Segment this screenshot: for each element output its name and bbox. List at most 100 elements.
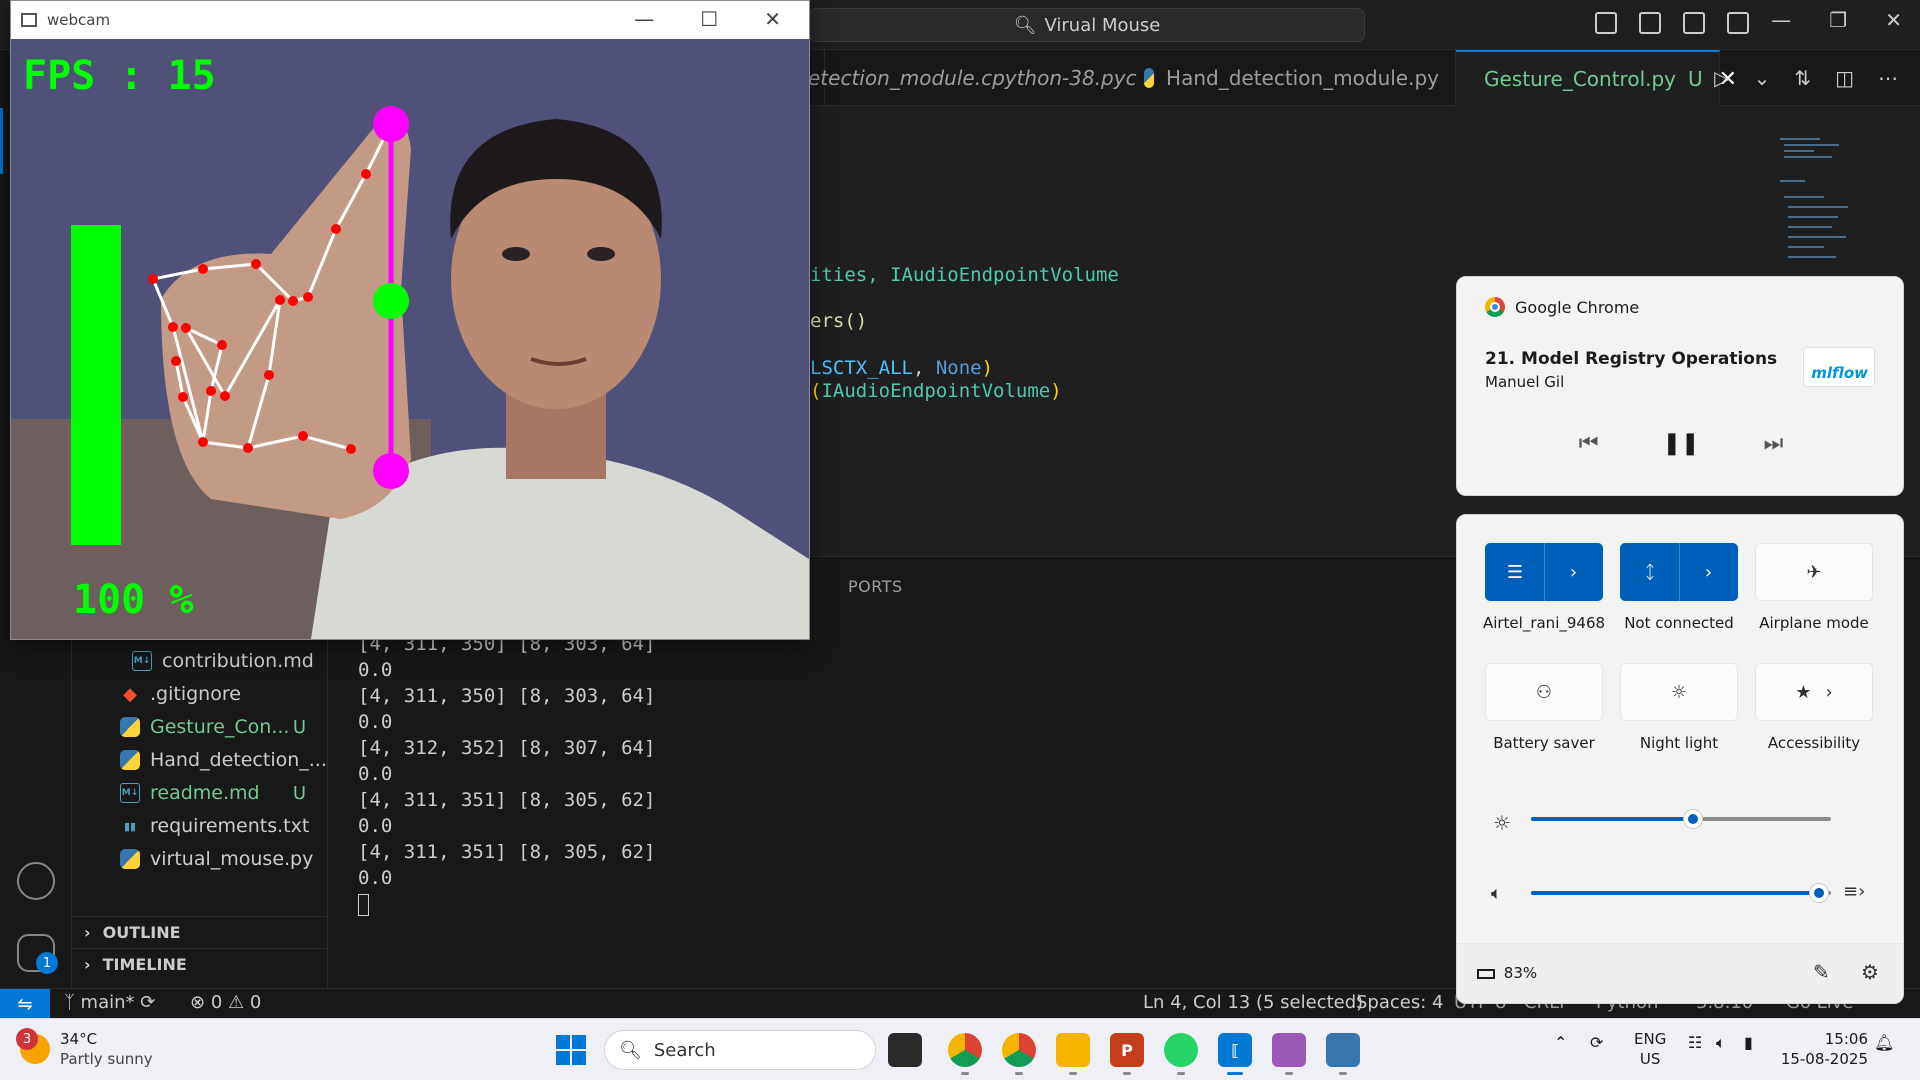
quick-settings-panel: ☰ › Airtel_rani_9468 ᛨ › Not connected ✈…	[1456, 514, 1904, 1004]
tab-gesture-control[interactable]: Gesture_Control.py U ✕	[1456, 50, 1737, 106]
file-explorer-icon[interactable]	[1056, 1033, 1090, 1075]
file-tree-item[interactable]: ◆ .gitignore	[120, 679, 328, 709]
powerpoint-icon[interactable]: P	[1110, 1033, 1144, 1075]
media-thumbnail: mlflow	[1803, 347, 1875, 387]
chevron-right-icon: ›	[84, 923, 91, 942]
file-tree-item[interactable]: M↓ readme.md U	[120, 778, 328, 808]
more-actions-icon[interactable]: ⋯	[1878, 66, 1898, 90]
volume-level-bar	[71, 225, 121, 545]
compare-icon[interactable]: ⇅	[1794, 66, 1811, 90]
file-tree-item[interactable]: ▮▮ requirements.txt	[120, 811, 328, 841]
file-tree-item[interactable]: virtual_mouse.py	[120, 844, 328, 874]
pause-icon[interactable]: ❚❚	[1663, 431, 1700, 456]
snipping-tool-icon[interactable]	[1272, 1033, 1306, 1075]
thumb-tip-marker	[373, 106, 409, 142]
cursor-position[interactable]: Ln 4, Col 13 (5 selected)	[1143, 992, 1363, 1013]
volume-percent-overlay: 100 %	[73, 577, 194, 623]
command-center-search[interactable]: 🔍︎ Virual Mouse	[809, 8, 1365, 42]
tab-label: Gesture_Control.py	[1484, 67, 1677, 91]
run-icon[interactable]: ▷	[1714, 66, 1729, 90]
webcam-window[interactable]: webcam — ☐ ✕ FPS: 15 100 %	[10, 0, 810, 640]
battery-icon[interactable]: ▮	[1744, 1033, 1753, 1052]
file-tree-item[interactable]: Hand_detection_...	[120, 745, 328, 775]
whatsapp-icon[interactable]	[1164, 1033, 1198, 1075]
close-icon[interactable]: ✕	[1885, 8, 1902, 32]
problems-indicator[interactable]: ⊗ 0 ⚠ 0	[190, 992, 261, 1013]
brightness-slider[interactable]	[1531, 809, 1831, 829]
toggle-panel-icon[interactable]	[1683, 12, 1705, 34]
language-indicator[interactable]: ENG US	[1634, 1029, 1666, 1069]
chevron-right-icon[interactable]: ›	[1544, 543, 1602, 601]
volume-slider[interactable]	[1531, 883, 1831, 903]
tab-label: etection_module.cpython-38.pyc	[808, 66, 1137, 90]
wifi-icon[interactable]: ☰	[1486, 543, 1544, 601]
bluetooth-toggle[interactable]: ᛨ ›	[1620, 543, 1738, 601]
file-tree-item[interactable]: Gesture_Con... U	[120, 712, 328, 742]
file-tree-item[interactable]: M↓ contribution.md	[132, 646, 328, 676]
gear-icon[interactable]: ⚙	[1861, 960, 1879, 984]
close-icon[interactable]: ✕	[764, 7, 781, 31]
minimize-icon[interactable]: —	[634, 7, 654, 31]
battery-saver-label: Battery saver	[1493, 734, 1595, 752]
midpoint-marker	[373, 283, 409, 319]
terminal-cursor	[358, 893, 369, 916]
wifi-toggle[interactable]: ☰ ›	[1485, 543, 1603, 601]
terminal-line: [4, 312, 352] [8, 307, 64]	[358, 737, 656, 759]
remote-indicator[interactable]: ⇋	[0, 989, 50, 1019]
vscode-icon[interactable]: ⟦	[1218, 1033, 1252, 1075]
maximize-icon[interactable]: ☐	[700, 7, 718, 31]
toggle-primary-sidebar-icon[interactable]	[1639, 12, 1661, 34]
weather-sun-icon: 3	[16, 1028, 50, 1064]
start-button[interactable]	[556, 1035, 586, 1065]
edit-pencil-icon[interactable]: ✎	[1813, 960, 1830, 984]
code-token: (	[810, 380, 822, 402]
chrome-icon[interactable]	[1002, 1033, 1036, 1075]
chrome-profile-icon[interactable]	[948, 1033, 982, 1075]
brightness-thumb[interactable]	[1683, 809, 1703, 829]
speaker-icon[interactable]: 🔈︎	[1716, 1033, 1726, 1053]
wifi-icon[interactable]: ☷	[1688, 1033, 1702, 1052]
clock-date: 15-08-2025	[1780, 1050, 1868, 1068]
restore-icon[interactable]: ❐	[1829, 8, 1847, 32]
indentation[interactable]: Spaces: 4	[1356, 992, 1443, 1013]
media-control-flyout: Google Chrome 21. Model Registry Operati…	[1456, 276, 1904, 496]
weather-widget[interactable]: 3 34°C Partly sunny	[16, 1028, 153, 1069]
battery-saver-toggle[interactable]: ⚇	[1485, 663, 1603, 721]
bluetooth-icon[interactable]: ᛨ	[1621, 543, 1679, 601]
battery-status[interactable]: 83%	[1477, 964, 1537, 982]
clock[interactable]: 15:06 15-08-2025	[1781, 1029, 1868, 1069]
customize-layout-icon[interactable]	[1595, 12, 1617, 34]
night-light-toggle[interactable]: ☼	[1620, 663, 1738, 721]
python-app-icon[interactable]	[1326, 1033, 1360, 1075]
code-line: (IAudioEndpointVolume)	[810, 380, 1062, 402]
toggle-secondary-sidebar-icon[interactable]	[1727, 12, 1749, 34]
code-token: IAudioEndpointVolume	[890, 264, 1119, 286]
weather-condition: Partly sunny	[60, 1050, 153, 1068]
sync-icon[interactable]: ⟳	[140, 992, 155, 1013]
notifications-bell-icon[interactable]: 🔔︎	[1874, 1033, 1894, 1052]
previous-track-icon[interactable]: ⏮︎	[1579, 431, 1599, 456]
minimize-icon[interactable]: —	[1771, 8, 1791, 32]
minimap[interactable]	[1780, 136, 1850, 286]
chevron-down-icon[interactable]: ⌄	[1754, 66, 1771, 90]
accessibility-icon: ★	[1795, 681, 1812, 703]
text-icon: ▮▮	[123, 819, 137, 833]
task-view-icon[interactable]	[888, 1033, 922, 1067]
accounts-icon[interactable]	[17, 862, 55, 900]
chevron-up-icon[interactable]: ⌃	[1554, 1033, 1567, 1052]
audio-output-select-icon[interactable]: ≡›	[1843, 881, 1865, 902]
timeline-section[interactable]: › TIMELINE	[72, 948, 328, 980]
next-track-icon[interactable]: ⏭︎	[1763, 431, 1783, 456]
airplane-mode-toggle[interactable]: ✈	[1755, 543, 1873, 601]
branch-indicator[interactable]: ᛉ main* ⟳	[64, 992, 155, 1013]
tab-hand-detection-module[interactable]: Hand_detection_module.py	[1128, 50, 1456, 106]
outline-section[interactable]: › OUTLINE	[72, 916, 328, 948]
night-light-label: Night light	[1639, 734, 1719, 752]
volume-thumb[interactable]	[1809, 883, 1829, 903]
taskbar-search[interactable]: 🔍︎ Search	[604, 1030, 876, 1070]
sync-tray-icon[interactable]: ⟳	[1590, 1033, 1603, 1052]
tab-ports[interactable]: PORTS	[848, 577, 903, 596]
split-editor-icon[interactable]: ◫	[1835, 66, 1854, 90]
chevron-right-icon[interactable]: ›	[1679, 543, 1737, 601]
accessibility-toggle[interactable]: ★ ›	[1755, 663, 1873, 721]
